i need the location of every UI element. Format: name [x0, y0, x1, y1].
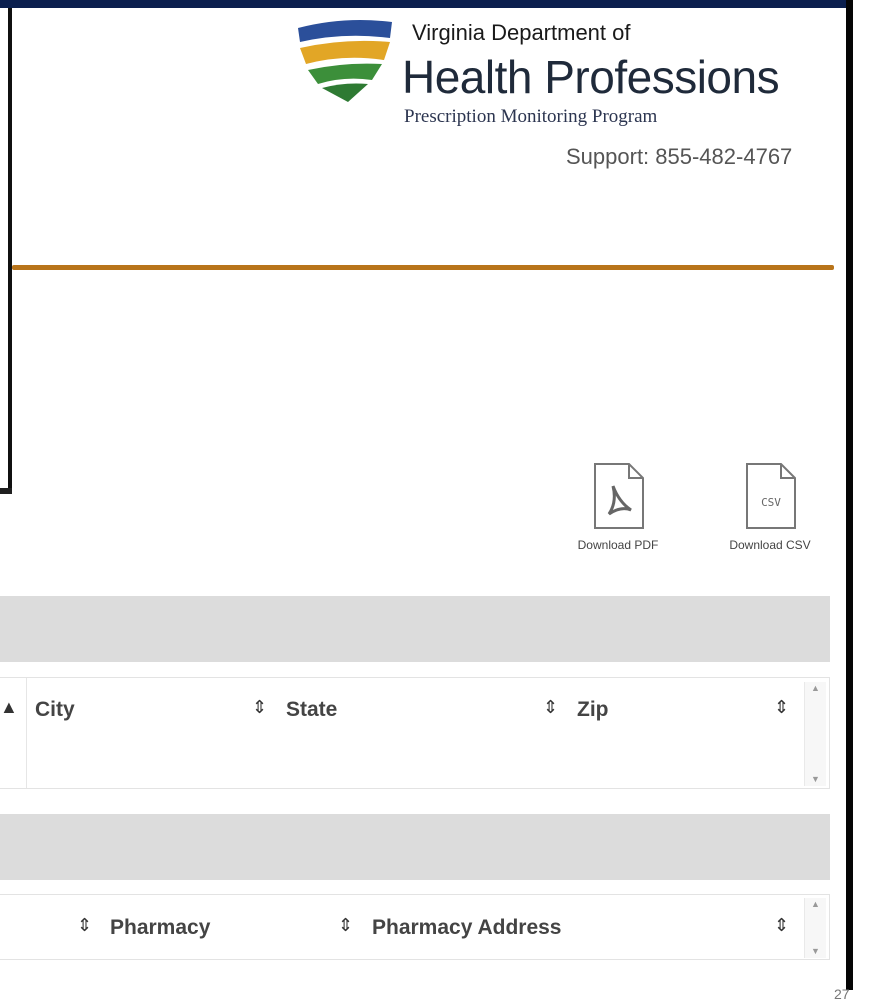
top-bar [0, 0, 852, 8]
org-name-line1: Virginia Department of [412, 20, 631, 45]
table-header-location [0, 677, 830, 789]
column-header-zip[interactable]: Zip [577, 698, 609, 722]
pdf-file-icon [594, 463, 644, 529]
scroll-up-icon[interactable]: ▲ [805, 684, 826, 693]
download-pdf-button[interactable]: Download PDF [559, 462, 677, 552]
download-pdf-label: Download PDF [577, 538, 659, 552]
column-header-city[interactable]: City [35, 698, 75, 722]
shield-logo-icon [298, 20, 392, 102]
section-header-band [0, 596, 830, 662]
scroll-down-icon[interactable]: ▼ [805, 775, 826, 784]
column-header-pharmacy[interactable]: Pharmacy [110, 916, 210, 940]
section-header-band [0, 814, 830, 880]
download-csv-button[interactable]: CSV Download CSV [711, 462, 829, 552]
scroll-down-icon[interactable]: ▼ [805, 947, 826, 956]
sort-icon[interactable]: ⇕ [252, 698, 267, 716]
header-divider [12, 265, 834, 270]
sort-icon[interactable]: ⇕ [774, 698, 789, 716]
column-separator [26, 678, 27, 788]
sort-icon[interactable]: ⇕ [543, 698, 558, 716]
column-header-pharmacy-address[interactable]: Pharmacy Address [372, 916, 561, 940]
csv-glyph: CSV [761, 496, 781, 509]
overlay-panel-shadow [0, 488, 12, 494]
window-right-edge [846, 0, 853, 990]
sort-icon[interactable]: ⇕ [77, 916, 92, 934]
column-header-state[interactable]: State [286, 698, 337, 722]
program-name: Prescription Monitoring Program [404, 106, 658, 127]
overlay-panel-edge [8, 8, 12, 492]
sort-icon[interactable]: ▲ [0, 698, 18, 716]
csv-file-icon: CSV [746, 463, 796, 529]
support-phone: Support: 855-482-4767 [566, 144, 793, 169]
download-csv-label: Download CSV [729, 538, 811, 552]
table-scrollbar[interactable]: ▲ ▼ [804, 898, 826, 958]
table-scrollbar[interactable]: ▲ ▼ [804, 682, 826, 786]
scroll-up-icon[interactable]: ▲ [805, 900, 826, 909]
org-name-line2: Health Professions [402, 51, 780, 103]
sort-icon[interactable]: ⇕ [774, 916, 789, 934]
page-number: 27 [834, 986, 850, 1002]
sort-icon[interactable]: ⇕ [338, 916, 353, 934]
